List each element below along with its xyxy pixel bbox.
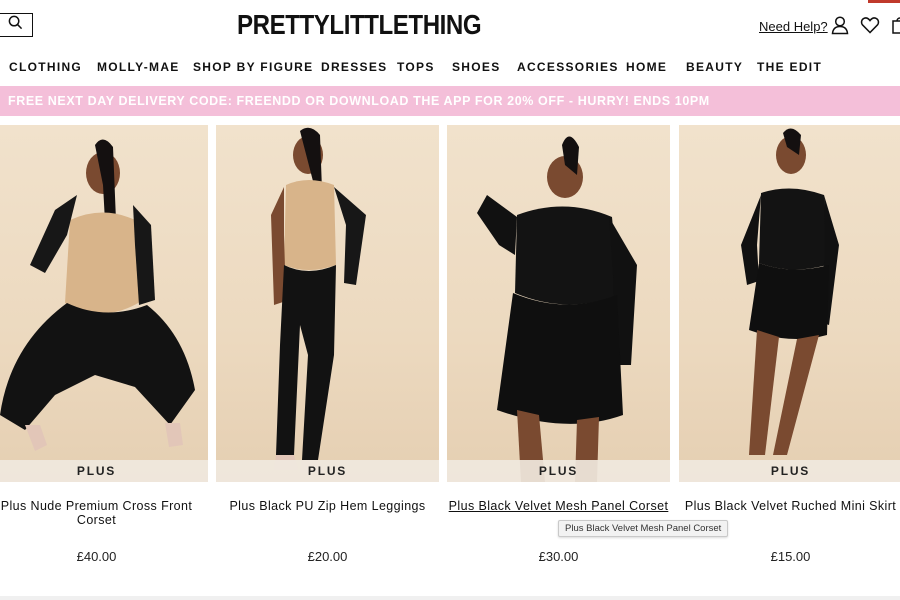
product-name[interactable]: Plus Black Velvet Mesh Panel Corset: [447, 499, 670, 513]
nav-item-molly-mae[interactable]: MOLLY-MAE: [97, 60, 180, 74]
nav-item-tops[interactable]: TOPS: [397, 60, 435, 74]
site-logo[interactable]: PRETTYLITTLETHING: [237, 9, 482, 41]
product-price: £20.00: [307, 549, 348, 564]
product-image[interactable]: PLUS: [0, 125, 208, 482]
product-card[interactable]: PLUS Plus Nude Premium Cross Front Corse…: [0, 125, 208, 565]
site-header: PRETTYLITTLETHING Need Help?: [0, 0, 900, 50]
nav-item-accessories[interactable]: ACCESSORIES: [517, 60, 619, 74]
nav-item-the-edit[interactable]: THE EDIT: [757, 60, 822, 74]
product-price: £40.00: [76, 549, 117, 564]
account-icon[interactable]: [830, 15, 850, 35]
product-card[interactable]: PLUS Plus Black Velvet Mesh Panel Corset…: [447, 125, 670, 565]
search-button[interactable]: [0, 13, 33, 37]
plus-badge: PLUS: [447, 460, 670, 482]
product-card[interactable]: PLUS Plus Black PU Zip Hem Leggings £20.…: [216, 125, 439, 565]
plus-badge-label: PLUS: [76, 464, 117, 478]
product-name[interactable]: Plus Black PU Zip Hem Leggings: [216, 499, 439, 513]
product-price: £30.00: [538, 549, 579, 564]
product-image[interactable]: PLUS: [679, 125, 900, 482]
nav-item-home[interactable]: HOME: [626, 60, 667, 74]
nav-item-shoes[interactable]: SHOES: [452, 60, 501, 74]
nav-item-dresses[interactable]: DRESSES: [321, 60, 387, 74]
main-nav: CLOTHING MOLLY-MAE SHOP BY FIGURE DRESSE…: [0, 60, 900, 78]
account-accent-bar: [868, 0, 900, 3]
product-image[interactable]: PLUS: [447, 125, 670, 482]
product-card[interactable]: PLUS Plus Black Velvet Ruched Mini Skirt…: [679, 125, 900, 565]
plus-badge: PLUS: [216, 460, 439, 482]
plus-badge-label: PLUS: [770, 464, 811, 478]
nav-item-beauty[interactable]: BEAUTY: [686, 60, 743, 74]
plus-badge-label: PLUS: [538, 464, 579, 478]
promo-banner[interactable]: FREE NEXT DAY DELIVERY CODE: FREENDD OR …: [0, 86, 900, 116]
need-help-link[interactable]: Need Help?: [759, 19, 828, 34]
nav-item-clothing[interactable]: CLOTHING: [9, 60, 82, 74]
product-price: £15.00: [770, 549, 811, 564]
search-icon: [8, 15, 23, 35]
product-name-tooltip: Plus Black Velvet Mesh Panel Corset: [558, 520, 729, 537]
product-name[interactable]: Plus Black Velvet Ruched Mini Skirt: [679, 499, 900, 513]
product-image[interactable]: PLUS: [216, 125, 439, 482]
nav-item-shop-by-figure[interactable]: SHOP BY FIGURE: [193, 60, 313, 74]
product-name[interactable]: Plus Nude Premium Cross Front Corset: [0, 499, 208, 527]
bag-icon[interactable]: [890, 15, 900, 35]
plus-badge: PLUS: [0, 460, 208, 482]
plus-badge: PLUS: [679, 460, 900, 482]
plus-badge-label: PLUS: [307, 464, 348, 478]
promo-text: FREE NEXT DAY DELIVERY CODE: FREENDD OR …: [8, 94, 710, 108]
heart-icon[interactable]: [860, 15, 880, 35]
page-bottom-divider: [0, 596, 900, 600]
